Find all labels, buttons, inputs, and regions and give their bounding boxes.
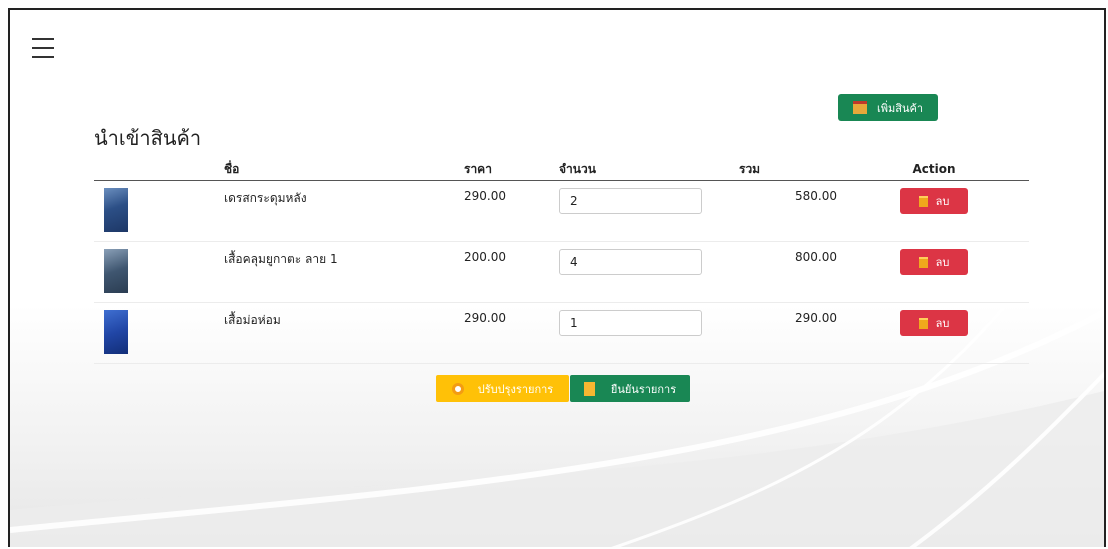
add-product-label: เพิ่มสินค้า xyxy=(876,101,924,115)
product-thumbnail[interactable] xyxy=(104,249,128,293)
store-icon xyxy=(852,101,867,114)
row-total: 290.00 xyxy=(795,311,837,325)
product-name: เดรสกระดุมหลัง xyxy=(224,191,307,205)
document-icon xyxy=(583,381,595,396)
table-row: เสื้อคลุมยูกาตะ ลาย 1 200.00 800.00 ลบ xyxy=(94,241,1029,303)
quantity-input[interactable] xyxy=(559,188,702,214)
column-header-image xyxy=(94,158,224,181)
update-list-button[interactable]: ปรับปรุงรายการ xyxy=(436,375,569,402)
trash-icon xyxy=(918,256,928,268)
product-name: เสื้อม่อห่อม xyxy=(224,313,281,327)
table-row: เดรสกระดุมหลัง 290.00 580.00 ลบ xyxy=(94,180,1029,242)
trash-icon xyxy=(918,195,928,207)
trash-icon xyxy=(918,317,928,329)
row-total: 800.00 xyxy=(795,250,837,264)
delete-label: ลบ xyxy=(935,195,950,208)
delete-label: ลบ xyxy=(935,317,950,330)
app-frame: เพิ่มสินค้า นำเข้าสินค้า ชื่อ ราคา จำนวน… xyxy=(8,8,1106,547)
delete-button[interactable]: ลบ xyxy=(900,310,968,336)
delete-button[interactable]: ลบ xyxy=(900,249,968,275)
refresh-icon xyxy=(451,382,464,395)
column-header-total: รวม xyxy=(739,158,839,181)
product-name: เสื้อคลุมยูกาตะ ลาย 1 xyxy=(224,252,338,266)
delete-button[interactable]: ลบ xyxy=(900,188,968,214)
product-price: 290.00 xyxy=(464,189,506,203)
column-header-quantity: จำนวน xyxy=(559,158,739,181)
quantity-input[interactable] xyxy=(559,249,702,275)
column-header-name: ชื่อ xyxy=(224,158,464,181)
product-price: 200.00 xyxy=(464,250,506,264)
page-title: นำเข้าสินค้า xyxy=(94,126,202,150)
table-header-row: ชื่อ ราคา จำนวน รวม Action xyxy=(94,158,1029,181)
confirm-list-button[interactable]: ยืนยันรายการ xyxy=(570,375,690,402)
quantity-input[interactable] xyxy=(559,310,702,336)
product-price: 290.00 xyxy=(464,311,506,325)
product-thumbnail[interactable] xyxy=(104,188,128,232)
row-total: 580.00 xyxy=(795,189,837,203)
product-table: ชื่อ ราคา จำนวน รวม Action เดรสกระดุมหลั… xyxy=(94,158,1029,364)
delete-label: ลบ xyxy=(935,256,950,269)
column-header-action: Action xyxy=(839,158,1029,181)
product-thumbnail[interactable] xyxy=(104,310,128,354)
confirm-list-label: ยืนยันรายการ xyxy=(610,382,677,396)
column-header-price: ราคา xyxy=(464,158,559,181)
update-list-label: ปรับปรุงรายการ xyxy=(477,382,554,396)
hamburger-icon[interactable] xyxy=(32,38,54,60)
add-product-button[interactable]: เพิ่มสินค้า xyxy=(838,94,938,121)
table-row: เสื้อม่อห่อม 290.00 290.00 ลบ xyxy=(94,302,1029,364)
